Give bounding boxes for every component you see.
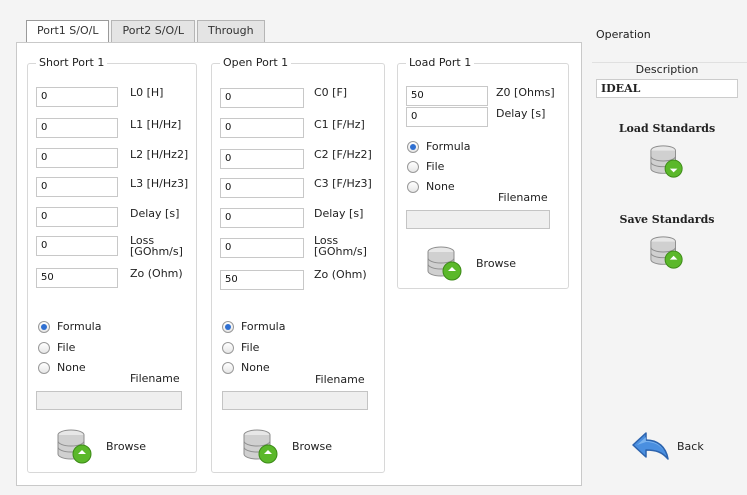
- database-icon: [243, 429, 278, 464]
- radio-file[interactable]: File: [38, 341, 75, 354]
- l2-label: L2 [H/Hz2]: [130, 148, 189, 161]
- radio-label: File: [57, 341, 76, 354]
- operation-panel: Operation Description IDEAL Load Standar…: [592, 20, 747, 486]
- load-standards-label: Load Standards: [618, 122, 716, 135]
- radio-button[interactable]: [38, 320, 50, 333]
- delay-field[interactable]: 0: [406, 107, 488, 127]
- zo-field[interactable]: 50: [220, 270, 304, 290]
- radio-button[interactable]: [38, 341, 50, 354]
- radio-label: File: [241, 341, 260, 354]
- tab-port1-sol[interactable]: Port1 S/O/L: [26, 20, 110, 43]
- radio-none[interactable]: None: [407, 180, 455, 193]
- tab-through[interactable]: Through: [196, 20, 265, 42]
- filename-label: Filename: [498, 191, 548, 204]
- radio-formula[interactable]: Formula: [38, 320, 101, 333]
- description-field[interactable]: IDEAL: [596, 79, 738, 98]
- c1-label: C1 [F/Hz]: [314, 118, 365, 131]
- delay-label: Delay [s]: [130, 207, 180, 220]
- filename-label: Filename: [130, 372, 180, 385]
- filename-field[interactable]: [36, 391, 182, 410]
- l0-label: L0 [H]: [130, 86, 164, 99]
- radio-formula[interactable]: Formula: [222, 320, 285, 333]
- loss-label: Loss [GOhm/s]: [130, 234, 183, 258]
- database-icon: [650, 236, 683, 269]
- radio-label: None: [426, 180, 455, 193]
- loss-field[interactable]: 0: [220, 238, 304, 258]
- l1-label: L1 [H/Hz]: [130, 118, 182, 131]
- tab-port2-sol[interactable]: Port2 S/O/L: [111, 20, 195, 42]
- delay-field[interactable]: 0: [36, 207, 118, 227]
- loss-label: Loss [GOhm/s]: [314, 234, 367, 258]
- c3-field[interactable]: 0: [220, 178, 304, 198]
- radio-label: Formula: [426, 140, 471, 153]
- delay-field[interactable]: 0: [220, 208, 304, 228]
- zo-label: Zo (Ohm): [314, 268, 367, 281]
- short-port-group: Short Port 1 0 L0 [H] 0 L1 [H/Hz] 0 L2 […: [27, 56, 197, 473]
- zo-field[interactable]: 50: [36, 268, 118, 288]
- c2-field[interactable]: 0: [220, 149, 304, 169]
- browse-button[interactable]: Browse: [56, 427, 146, 465]
- radio-none[interactable]: None: [222, 361, 270, 374]
- browse-button[interactable]: Browse: [242, 427, 332, 465]
- operation-title: Operation: [596, 28, 651, 41]
- radio-button[interactable]: [222, 341, 234, 354]
- l3-label: L3 [H/Hz3]: [130, 177, 189, 190]
- radio-label: Formula: [241, 320, 286, 333]
- c3-label: C3 [F/Hz3]: [314, 177, 372, 190]
- load-port-group: Load Port 1 50 Z0 [Ohms] 0 Delay [s] For…: [397, 56, 569, 289]
- filename-field[interactable]: [222, 391, 368, 410]
- zo-label: Zo (Ohm): [130, 267, 183, 280]
- browse-label: Browse: [476, 256, 517, 270]
- z0-label: Z0 [Ohms]: [496, 86, 555, 99]
- radio-label: None: [57, 361, 86, 374]
- radio-label: File: [426, 160, 445, 173]
- back-button[interactable]: Back: [630, 429, 704, 463]
- radio-button[interactable]: [407, 180, 419, 193]
- radio-label: None: [241, 361, 270, 374]
- z0-field[interactable]: 50: [406, 86, 488, 106]
- back-arrow-icon: [632, 432, 669, 460]
- save-standards-button[interactable]: Save Standards: [592, 213, 742, 270]
- load-standards-button[interactable]: Load Standards: [592, 122, 742, 179]
- l1-field[interactable]: 0: [36, 118, 118, 138]
- save-standards-label: Save Standards: [619, 213, 715, 226]
- c1-field[interactable]: 0: [220, 118, 304, 138]
- group-title: Open Port 1: [220, 56, 292, 69]
- delay-label: Delay [s]: [314, 207, 364, 220]
- l2-field[interactable]: 0: [36, 148, 118, 168]
- open-port-group: Open Port 1 0 C0 [F] 0 C1 [F/Hz] 0 C2 [F…: [211, 56, 385, 473]
- c2-label: C2 [F/Hz2]: [314, 148, 372, 161]
- browse-button[interactable]: Browse: [426, 244, 516, 282]
- database-icon: [427, 246, 462, 281]
- back-label: Back: [677, 439, 704, 453]
- radio-button[interactable]: [222, 361, 234, 374]
- delay-label: Delay [s]: [496, 107, 546, 120]
- radio-button[interactable]: [222, 320, 234, 333]
- group-title: Short Port 1: [36, 56, 108, 69]
- filename-label: Filename: [315, 373, 365, 386]
- radio-formula[interactable]: Formula: [407, 140, 470, 153]
- c0-label: C0 [F]: [314, 86, 348, 99]
- group-title: Load Port 1: [406, 56, 475, 69]
- description-label: Description: [635, 63, 699, 76]
- tab-content-panel: Short Port 1 0 L0 [H] 0 L1 [H/Hz] 0 L2 […: [16, 42, 582, 486]
- database-icon: [650, 145, 683, 178]
- l0-field[interactable]: 0: [36, 87, 118, 107]
- radio-none[interactable]: None: [38, 361, 86, 374]
- radio-button[interactable]: [407, 140, 419, 153]
- database-icon: [57, 429, 92, 464]
- tab-strip: Port1 S/O/L Port2 S/O/L Through: [26, 20, 267, 43]
- c0-field[interactable]: 0: [220, 88, 304, 108]
- browse-label: Browse: [292, 439, 333, 453]
- radio-file[interactable]: File: [407, 160, 444, 173]
- filename-field[interactable]: [406, 210, 550, 229]
- loss-field[interactable]: 0: [36, 236, 118, 256]
- radio-button[interactable]: [407, 160, 419, 173]
- l3-field[interactable]: 0: [36, 177, 118, 197]
- radio-button[interactable]: [38, 361, 50, 374]
- radio-label: Formula: [57, 320, 102, 333]
- radio-file[interactable]: File: [222, 341, 259, 354]
- browse-label: Browse: [106, 439, 147, 453]
